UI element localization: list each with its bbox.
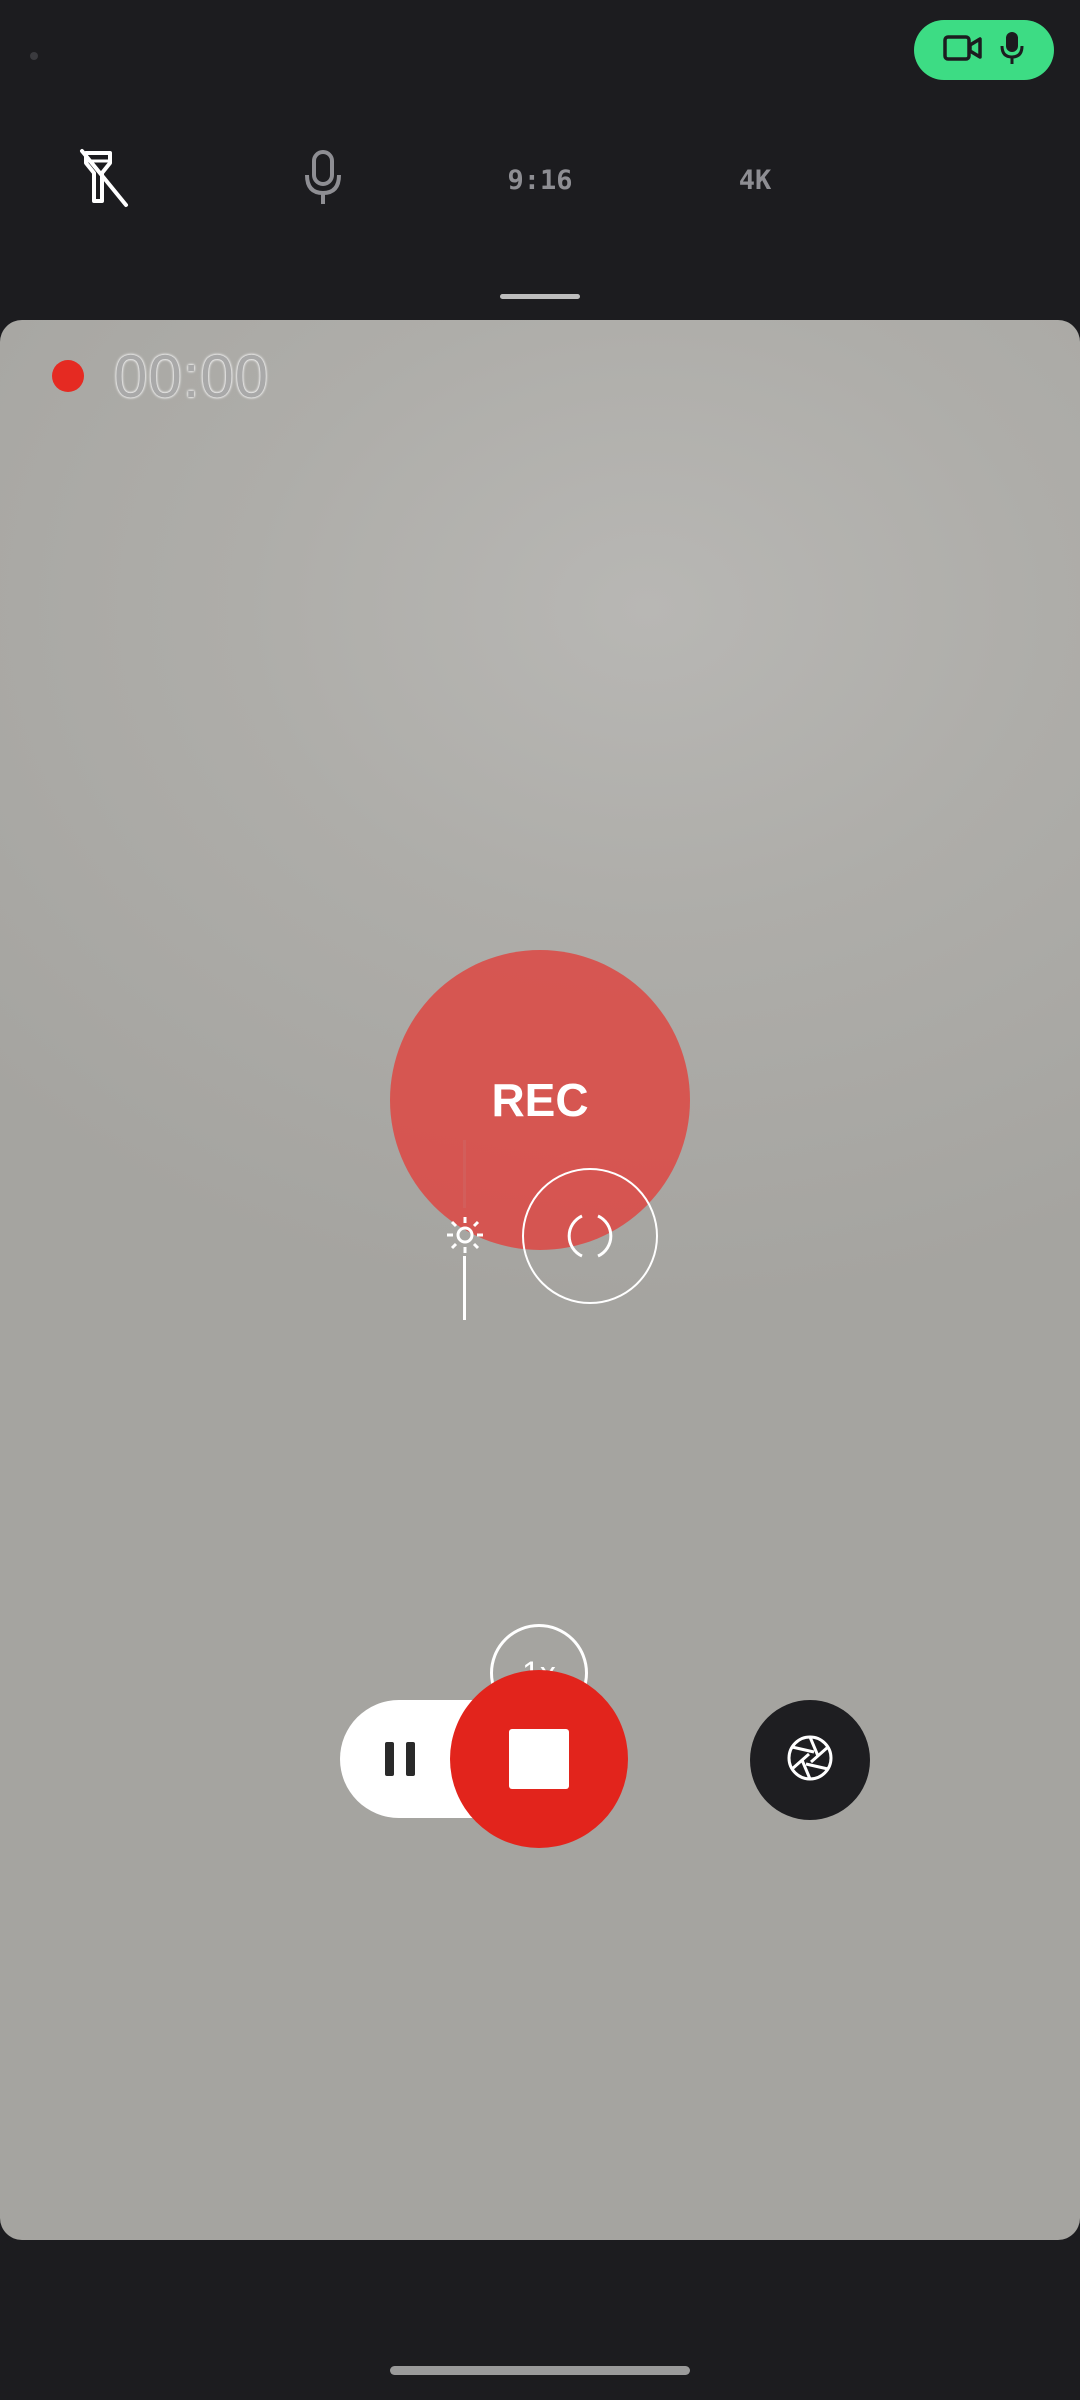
privacy-indicator xyxy=(914,20,1054,80)
snapshot-button[interactable] xyxy=(750,1700,870,1820)
exposure-slider-track[interactable] xyxy=(463,1140,466,1208)
sheet-drag-handle[interactable] xyxy=(500,294,580,299)
camera-viewfinder[interactable]: 00:00 REC 1x xyxy=(0,320,1080,2240)
stop-button[interactable] xyxy=(450,1670,628,1848)
stop-icon xyxy=(509,1729,569,1789)
mic-icon xyxy=(303,149,343,211)
flashlight-off-icon xyxy=(76,147,132,213)
flashlight-button[interactable] xyxy=(64,140,144,220)
shutter-aperture-icon xyxy=(784,1732,836,1788)
pause-button[interactable] xyxy=(360,1720,440,1798)
aspect-ratio-button[interactable]: 9:16 xyxy=(490,140,590,220)
recording-indicator-dot xyxy=(52,360,84,392)
home-indicator[interactable] xyxy=(390,2366,690,2375)
mic-icon xyxy=(999,30,1025,70)
camera-icon xyxy=(943,33,983,67)
focus-ring-icon xyxy=(562,1208,618,1264)
mic-toggle-button[interactable] xyxy=(283,140,363,220)
resolution-button[interactable]: 4K xyxy=(700,140,810,220)
pause-icon xyxy=(385,1742,415,1776)
rec-label: REC xyxy=(491,1074,589,1126)
exposure-slider-track-lower[interactable] xyxy=(463,1256,466,1320)
brightness-icon[interactable] xyxy=(443,1213,487,1257)
recording-timer: 00:00 xyxy=(114,343,270,410)
status-bar-dot xyxy=(30,52,38,60)
